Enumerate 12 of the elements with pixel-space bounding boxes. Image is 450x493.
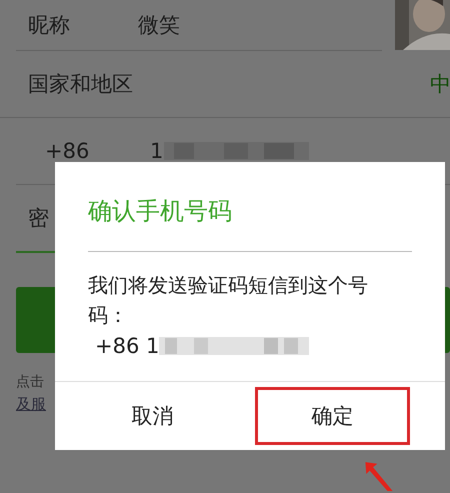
dialog-message: 我们将发送验证码短信到这个号码：: [88, 272, 369, 329]
region-value[interactable]: 中: [430, 70, 450, 98]
phone-value[interactable]: 1: [150, 139, 164, 163]
agreement-text: 点击: [16, 373, 45, 391]
password-label: 密: [28, 205, 49, 232]
nickname-label: 昵称: [28, 12, 70, 39]
dialog-title: 确认手机号码: [88, 195, 412, 252]
region-label: 国家和地区: [28, 71, 133, 98]
terms-link[interactable]: 及服: [16, 395, 46, 414]
phone-number: +86 1: [95, 334, 160, 358]
country-code[interactable]: +86: [45, 139, 90, 163]
nickname-value[interactable]: 微笑: [138, 11, 180, 39]
